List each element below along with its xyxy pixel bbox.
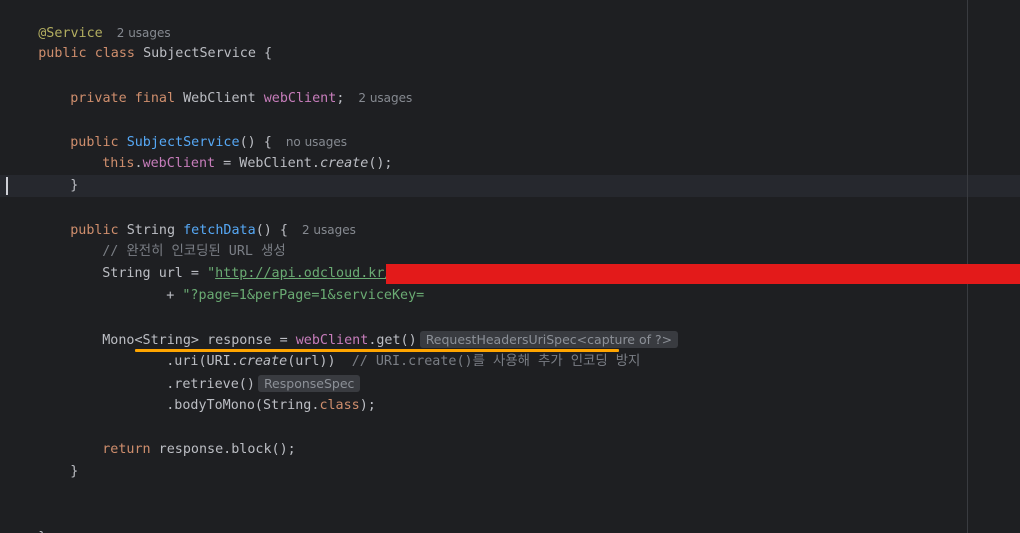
code-line-constructor[interactable]: public SubjectService() {no usages — [38, 109, 347, 150]
code-line-url-declaration[interactable]: String url = "http://api.odcloud.kr/api/… — [70, 241, 965, 281]
current-line-highlight — [0, 175, 1020, 197]
code-line-body-to-mono[interactable]: .bodyToMono(String.class); — [134, 373, 376, 413]
code-line-query-string[interactable]: + "?page=1&perPage=1&serviceKey= — [134, 263, 424, 303]
call-end: (); — [368, 156, 393, 171]
code-line-field-declaration[interactable]: private final WebClient webClient; 2 usag… — [38, 65, 412, 106]
close-brace: } — [70, 178, 79, 193]
keyword-private: private — [70, 91, 127, 106]
keyword-public: public — [38, 46, 87, 61]
code-line-method-declaration[interactable]: public String fetchData() {2 usages — [38, 197, 356, 238]
call-end: ); — [359, 398, 376, 413]
code-editor[interactable]: @Service 2 usages public class SubjectSer… — [0, 0, 1020, 533]
query-string: "?page=1&perPage=1&serviceKey= — [182, 288, 425, 303]
keyword-this: this — [102, 156, 135, 171]
usages-hint[interactable]: 2 usages — [302, 223, 356, 237]
type-name: WebClient — [183, 91, 256, 106]
field-name: webClient — [142, 156, 216, 171]
field-name: webClient — [263, 91, 337, 106]
comment: // URI.create()를 사용해 추가 인코딩 방지 — [351, 354, 641, 369]
open-brace: { — [255, 46, 273, 61]
body-to-mono-call: .bodyToMono(String. — [166, 398, 320, 413]
assignment: = WebClient. — [215, 156, 320, 171]
dot: . — [134, 156, 143, 171]
plus-operator: + — [166, 288, 183, 303]
class-name: SubjectService — [143, 46, 256, 61]
code-line-webclient-assignment[interactable]: this.webClient = WebClient.create(); — [70, 131, 392, 171]
usages-hint[interactable]: 2 usages — [358, 91, 412, 105]
code-line-comment[interactable]: // 완전히 인코딩된 URL 생성 — [70, 219, 285, 259]
redaction-bar — [386, 264, 1020, 284]
code-line-class-close[interactable]: } — [6, 505, 46, 533]
code-line-mono-response[interactable]: Mono<String> response = webClient.get() R… — [70, 307, 679, 348]
keyword-class: class — [94, 46, 135, 61]
keyword-class: class — [319, 398, 360, 413]
keyword-return: return — [102, 442, 151, 457]
code-line-method-close[interactable]: } — [38, 439, 78, 479]
semicolon: ; — [336, 91, 345, 106]
method-create: create — [319, 156, 369, 171]
text-caret — [6, 177, 8, 195]
keyword-final: final — [134, 91, 176, 106]
code-line-uri-call[interactable]: .uri(URI.create(url)) // URI.create()를 사… — [134, 329, 640, 369]
return-expression: response.block(); — [150, 442, 296, 457]
close-brace: } — [70, 464, 79, 479]
code-line-service-annotation[interactable]: @Service 2 usages — [6, 0, 170, 41]
code-line-class-declaration[interactable]: public class SubjectService { — [6, 21, 272, 61]
code-line-return[interactable]: return response.block(); — [70, 417, 296, 457]
code-line-close-brace[interactable]: } — [38, 153, 78, 193]
code-line-retrieve[interactable]: .retrieve() ResponseSpec — [134, 351, 361, 392]
